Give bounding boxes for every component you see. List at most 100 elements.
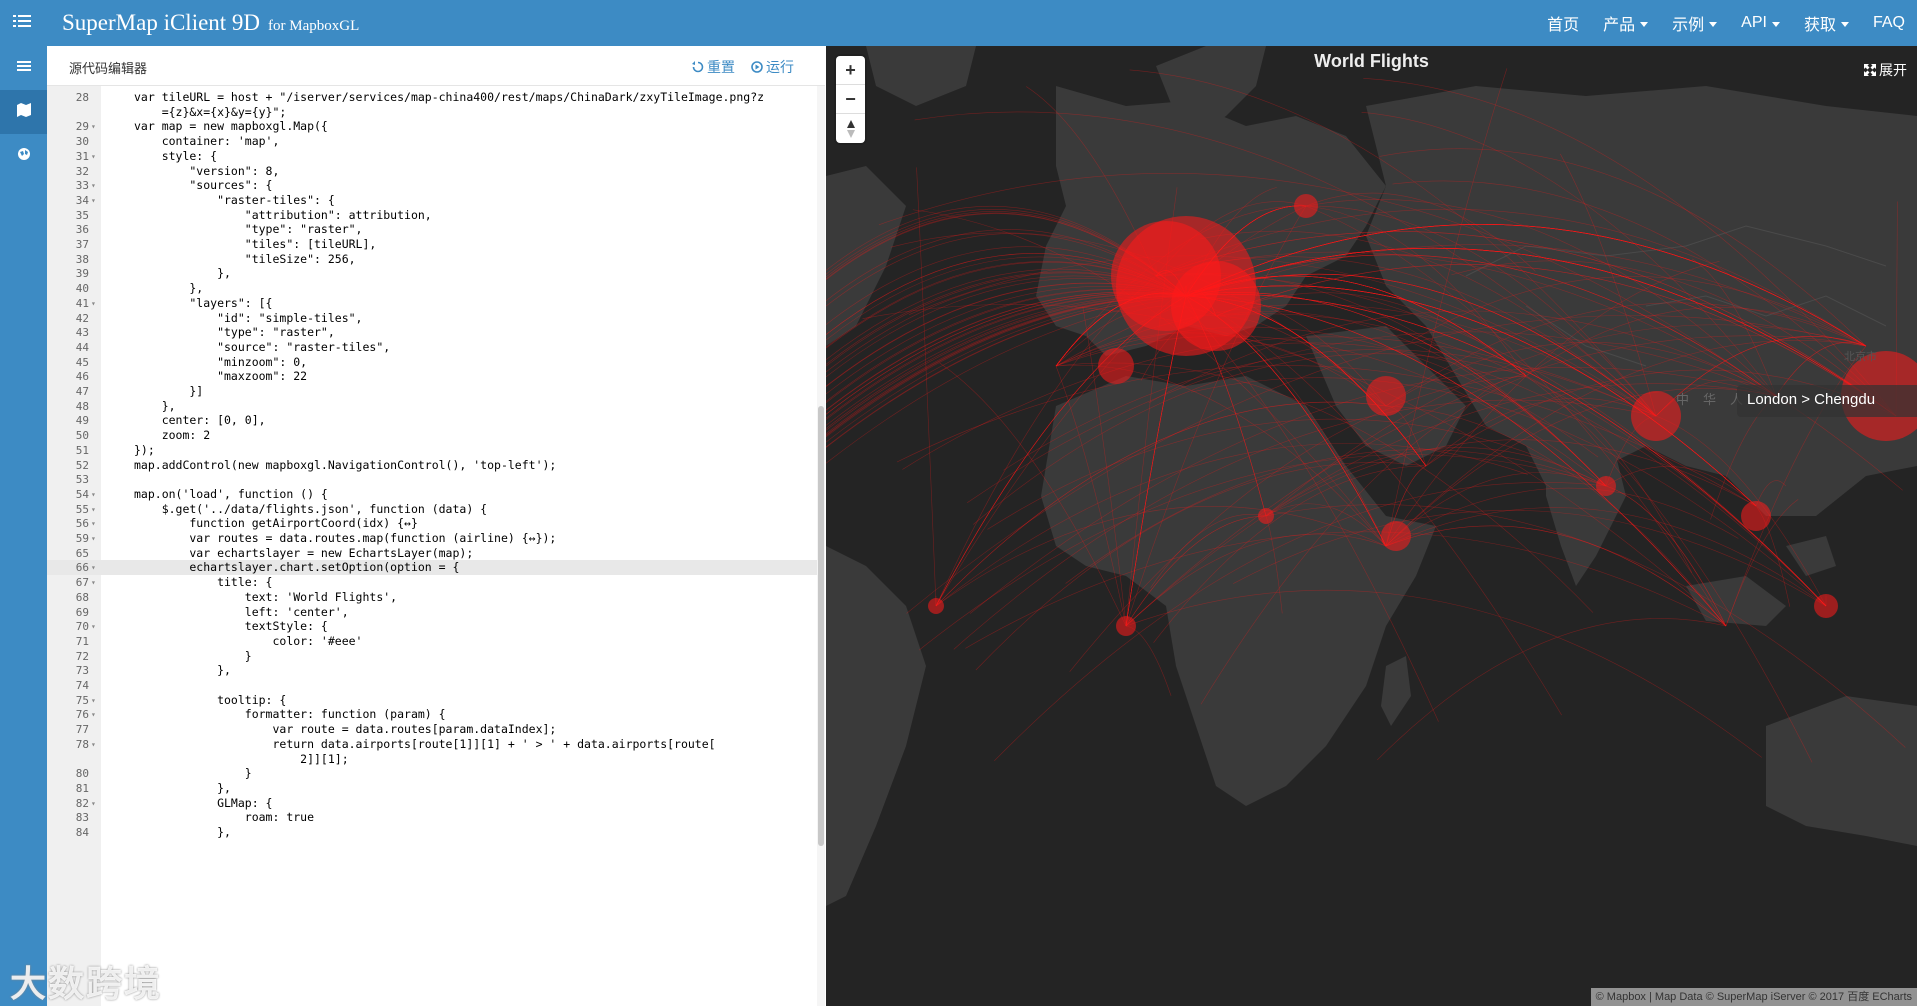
code-line[interactable]: 82 ▾ GLMap: { bbox=[47, 796, 817, 811]
editor-scrollbar[interactable] bbox=[817, 86, 825, 1006]
code-line[interactable]: 81 }, bbox=[47, 781, 817, 796]
code-line[interactable]: 78 ▾ return data.airports[route[1]][1] + … bbox=[47, 737, 817, 752]
fold-toggle-icon[interactable]: ▾ bbox=[91, 296, 99, 311]
code-line[interactable]: 31 ▾ style: { bbox=[47, 149, 817, 164]
code-line[interactable]: 48 }, bbox=[47, 399, 817, 414]
code-line[interactable]: 50 zoom: 2 bbox=[47, 428, 817, 443]
line-number: 49 bbox=[75, 414, 89, 428]
sidenav-item[interactable] bbox=[0, 134, 47, 178]
code-line[interactable]: 38 "tileSize": 256, bbox=[47, 252, 817, 267]
code-line[interactable]: 67 ▾ title: { bbox=[47, 575, 817, 590]
code-line[interactable]: 52 map.addControl(new mapboxgl.Navigation… bbox=[47, 458, 817, 473]
hamburger-menu-icon[interactable] bbox=[13, 13, 33, 33]
code-line[interactable]: 71 color: '#eee' bbox=[47, 634, 817, 649]
code-line[interactable]: 46 "maxzoom": 22 bbox=[47, 369, 817, 384]
line-number: 70 bbox=[75, 620, 89, 634]
code-line[interactable]: 74 bbox=[47, 678, 817, 693]
code-line[interactable]: 55 ▾ $.get('../data/flights.json', functi… bbox=[47, 502, 817, 517]
sidenav-item[interactable] bbox=[0, 46, 47, 90]
code-line[interactable]: 32 "version": 8, bbox=[47, 164, 817, 179]
code-line[interactable]: 68 text: 'World Flights', bbox=[47, 590, 817, 605]
fold-toggle-icon[interactable]: ▾ bbox=[91, 693, 99, 708]
flight-route-line bbox=[1377, 618, 1727, 761]
line-number: 30 bbox=[75, 135, 89, 149]
map-view[interactable]: World Flights 展开 + − 北京市 中华人 London > Ch… bbox=[826, 46, 1917, 1006]
code-line[interactable]: 37 "tiles": [tileURL], bbox=[47, 237, 817, 252]
code-line[interactable]: 84 }, bbox=[47, 825, 817, 840]
zoom-out-button[interactable]: − bbox=[836, 85, 865, 114]
nav-item[interactable]: 获取 bbox=[1792, 11, 1861, 35]
airport-hotspot bbox=[928, 598, 944, 614]
code-line[interactable]: 72 } bbox=[47, 649, 817, 664]
code-line[interactable]: 76 ▾ formatter: function (param) { bbox=[47, 707, 817, 722]
run-label: 运行 bbox=[766, 59, 794, 75]
code-line[interactable]: 80 } bbox=[47, 766, 817, 781]
code-line[interactable]: 30 container: 'map', bbox=[47, 134, 817, 149]
compass-button[interactable] bbox=[836, 114, 865, 143]
code-line[interactable]: 54 ▾ map.on('load', function () { bbox=[47, 487, 817, 502]
code-line[interactable]: 49 center: [0, 0], bbox=[47, 413, 817, 428]
brand-title[interactable]: SuperMap iClient 9D for MapboxGL bbox=[62, 8, 359, 41]
fold-toggle-icon[interactable]: ▾ bbox=[91, 516, 99, 531]
fold-toggle-icon[interactable]: ▾ bbox=[91, 119, 99, 134]
code-line[interactable]: 75 ▾ tooltip: { bbox=[47, 693, 817, 708]
editor-header: 源代码编辑器 重置 运行 bbox=[47, 46, 825, 86]
code-line[interactable]: 41 ▾ "layers": [{ bbox=[47, 296, 817, 311]
nav-item[interactable]: API bbox=[1729, 14, 1792, 32]
code-line[interactable]: 83 roam: true bbox=[47, 810, 817, 825]
nav-item[interactable]: 示例 bbox=[1660, 11, 1729, 35]
code-line[interactable]: 28 var tileURL = host + "/iserver/service… bbox=[47, 90, 817, 105]
reset-button[interactable]: 重置 bbox=[692, 57, 735, 77]
sidenav-item[interactable] bbox=[0, 90, 47, 134]
fold-toggle-icon[interactable]: ▾ bbox=[91, 502, 99, 517]
code-editor[interactable]: 28 var tileURL = host + "/iserver/service… bbox=[47, 86, 825, 1006]
fold-toggle-icon[interactable]: ▾ bbox=[91, 619, 99, 634]
fold-toggle-icon[interactable]: ▾ bbox=[91, 560, 99, 575]
code-line[interactable]: 59 ▾ var routes = data.routes.map(functio… bbox=[47, 531, 817, 546]
source-editor-panel: 源代码编辑器 重置 运行 28 var tileURL = host + "/is… bbox=[47, 46, 825, 1006]
nav-item[interactable]: 产品 bbox=[1591, 11, 1660, 35]
code-text: var map = new mapboxgl.Map({ bbox=[134, 119, 328, 134]
fold-toggle-icon[interactable]: ▾ bbox=[91, 487, 99, 502]
code-line[interactable]: 33 ▾ "sources": { bbox=[47, 178, 817, 193]
code-line[interactable]: 45 "minzoom": 0, bbox=[47, 355, 817, 370]
code-line[interactable]: 34 ▾ "raster-tiles": { bbox=[47, 193, 817, 208]
code-line[interactable]: 39 }, bbox=[47, 266, 817, 281]
fold-toggle-icon[interactable]: ▾ bbox=[91, 531, 99, 546]
code-line[interactable]: 77 var route = data.routes[param.dataInd… bbox=[47, 722, 817, 737]
play-circle-icon bbox=[751, 61, 763, 73]
code-line[interactable]: 65 var echartslayer = new EchartsLayer(m… bbox=[47, 546, 817, 561]
code-line[interactable]: 2]][1]; bbox=[47, 752, 817, 767]
code-line[interactable]: 44 "source": "raster-tiles", bbox=[47, 340, 817, 355]
fold-toggle-icon[interactable]: ▾ bbox=[91, 193, 99, 208]
fold-toggle-icon[interactable]: ▾ bbox=[91, 796, 99, 811]
code-line[interactable]: ={z}&x={x}&y={y}"; bbox=[47, 105, 817, 120]
code-line[interactable]: 70 ▾ textStyle: { bbox=[47, 619, 817, 634]
fold-toggle-icon[interactable]: ▾ bbox=[91, 737, 99, 752]
fold-toggle-icon[interactable]: ▾ bbox=[91, 707, 99, 722]
run-button[interactable]: 运行 bbox=[751, 57, 794, 77]
code-line[interactable]: 43 "type": "raster", bbox=[47, 325, 817, 340]
code-line[interactable]: 42 "id": "simple-tiles", bbox=[47, 311, 817, 326]
code-line[interactable]: 66 ▾ echartslayer.chart.setOption(option … bbox=[47, 560, 817, 576]
fold-toggle-icon[interactable]: ▾ bbox=[91, 149, 99, 164]
expand-button[interactable]: 展开 bbox=[1864, 60, 1907, 80]
world-map-canvas[interactable] bbox=[826, 46, 1917, 1006]
code-line[interactable]: 35 "attribution": attribution, bbox=[47, 208, 817, 223]
code-line[interactable]: 29 ▾ var map = new mapboxgl.Map({ bbox=[47, 119, 817, 134]
zoom-in-button[interactable]: + bbox=[836, 56, 865, 85]
code-line[interactable]: 53 bbox=[47, 472, 817, 487]
code-line[interactable]: 51}); bbox=[47, 443, 817, 458]
scrollbar-thumb[interactable] bbox=[818, 406, 824, 846]
code-line[interactable]: 73 }, bbox=[47, 663, 817, 678]
nav-item[interactable]: FAQ bbox=[1861, 14, 1917, 32]
code-line[interactable]: 36 "type": "raster", bbox=[47, 222, 817, 237]
code-line[interactable]: 69 left: 'center', bbox=[47, 605, 817, 620]
fold-toggle-icon[interactable]: ▾ bbox=[91, 575, 99, 590]
code-line[interactable]: 47 }] bbox=[47, 384, 817, 399]
fold-toggle-icon[interactable]: ▾ bbox=[91, 178, 99, 193]
code-line[interactable]: 56 ▾ function getAirportCoord(idx) {↔} bbox=[47, 516, 817, 531]
nav-item[interactable]: 首页 bbox=[1535, 11, 1591, 35]
code-line[interactable]: 40 }, bbox=[47, 281, 817, 296]
map-attribution[interactable]: © Mapbox | Map Data © SuperMap iServer ©… bbox=[1590, 988, 1917, 1006]
